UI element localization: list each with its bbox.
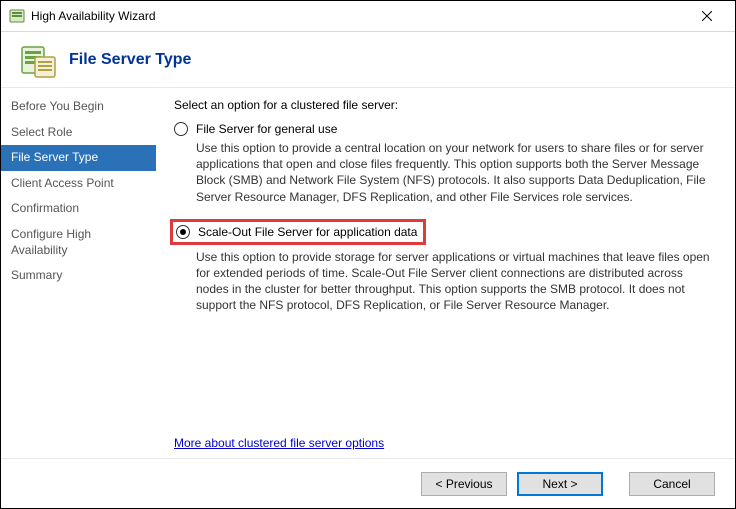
option-general-use: File Server for general use Use this opt… bbox=[174, 122, 717, 205]
highlight-box: Scale-Out File Server for application da… bbox=[170, 219, 426, 245]
cancel-button[interactable]: Cancel bbox=[629, 472, 715, 496]
option-label: Scale-Out File Server for application da… bbox=[198, 225, 417, 239]
step-before-you-begin[interactable]: Before You Begin bbox=[1, 94, 156, 120]
option-scale-out: Scale-Out File Server for application da… bbox=[174, 219, 717, 314]
radio-icon bbox=[174, 122, 188, 136]
radio-icon bbox=[176, 225, 190, 239]
step-client-access-point[interactable]: Client Access Point bbox=[1, 171, 156, 197]
step-configure-high-availability[interactable]: Configure High Availability bbox=[1, 222, 156, 263]
help-link-row: More about clustered file server options bbox=[174, 406, 717, 450]
close-button[interactable] bbox=[687, 2, 727, 30]
help-link[interactable]: More about clustered file server options bbox=[174, 436, 384, 450]
wizard-body: Before You Begin Select Role File Server… bbox=[1, 87, 735, 458]
step-confirmation[interactable]: Confirmation bbox=[1, 196, 156, 222]
page-header: File Server Type bbox=[1, 31, 735, 87]
step-select-role[interactable]: Select Role bbox=[1, 120, 156, 146]
window-title: High Availability Wizard bbox=[31, 9, 687, 23]
titlebar: High Availability Wizard bbox=[1, 1, 735, 31]
content-pane: Select an option for a clustered file se… bbox=[156, 88, 735, 458]
radio-scale-out[interactable]: Scale-Out File Server for application da… bbox=[176, 225, 417, 239]
prompt-text: Select an option for a clustered file se… bbox=[174, 98, 717, 112]
wizard-window: High Availability Wizard File Server Typ… bbox=[0, 0, 736, 509]
step-sidebar: Before You Begin Select Role File Server… bbox=[1, 88, 156, 458]
radio-general-use[interactable]: File Server for general use bbox=[174, 122, 717, 136]
wizard-header-icon bbox=[19, 41, 57, 79]
app-icon bbox=[9, 8, 25, 24]
next-button[interactable]: Next > bbox=[517, 472, 603, 496]
option-label: File Server for general use bbox=[196, 122, 337, 136]
previous-button[interactable]: < Previous bbox=[421, 472, 507, 496]
option-desc: Use this option to provide a central loc… bbox=[196, 140, 717, 205]
button-row: < Previous Next > Cancel bbox=[1, 458, 735, 508]
step-file-server-type[interactable]: File Server Type bbox=[1, 145, 156, 171]
step-summary[interactable]: Summary bbox=[1, 263, 156, 289]
page-title: File Server Type bbox=[69, 51, 191, 69]
option-desc: Use this option to provide storage for s… bbox=[196, 249, 717, 314]
